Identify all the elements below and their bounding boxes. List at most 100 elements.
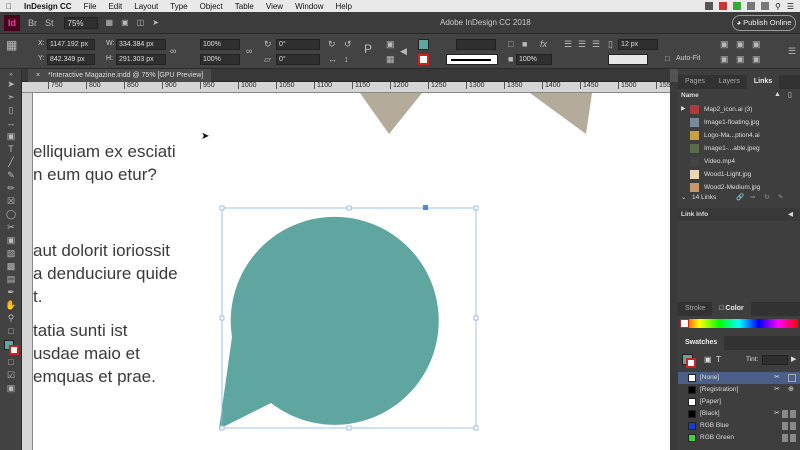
update-link-icon[interactable]: ↻ (764, 191, 769, 204)
menu-view[interactable]: View (260, 2, 289, 11)
list-item[interactable]: Image1-...able.jpeg (678, 142, 800, 155)
selection-handle[interactable] (219, 205, 225, 211)
rotate-field[interactable]: 0° (276, 39, 320, 50)
text-block[interactable]: aut dolorit ioriossit a denduciure quide… (33, 239, 178, 308)
stroke-swatch-indicator[interactable] (686, 358, 696, 368)
text-block[interactable]: tatia sunti ist usdae maio et emquas et … (33, 319, 156, 388)
arrange-icon[interactable]: ◫ (137, 18, 145, 27)
flip-horizontal-icon[interactable]: ↔ (328, 54, 337, 64)
selection-tool-icon[interactable]: ➤ (0, 78, 22, 91)
tab-swatches[interactable]: Swatches (678, 336, 725, 350)
menu-table[interactable]: Table (229, 2, 260, 11)
tab-pages[interactable]: Pages (678, 75, 712, 89)
fx-icon[interactable]: fx (540, 39, 547, 49)
select-content-icon[interactable]: ▦ (386, 54, 395, 64)
reference-point-icon[interactable]: ▦ (6, 39, 17, 51)
center-content-icon[interactable]: ▣ (752, 39, 761, 49)
selection-handle[interactable] (473, 205, 479, 211)
scissors-tool-icon[interactable]: ✂ (0, 221, 22, 234)
screen-mode-tool-icon[interactable]: ▣ (0, 382, 22, 395)
gap-tool-icon[interactable]: ↔ (0, 117, 22, 130)
none-color-icon[interactable] (680, 319, 689, 328)
fitting-frame-field[interactable] (608, 54, 648, 65)
fill-stroke-icon[interactable] (0, 338, 22, 356)
apply-none-icon[interactable]: ☑ (0, 369, 22, 382)
fit-content-icon[interactable]: ▣ (720, 39, 729, 49)
document-canvas[interactable]: elliquiam ex esciati n eum quo etur? aut… (33, 93, 670, 450)
zoom-tool-icon[interactable]: ⚲ (0, 312, 22, 325)
align-right-icon[interactable]: ☰ (592, 39, 600, 49)
tab-stroke[interactable]: Stroke (678, 302, 712, 316)
content-collector-icon[interactable]: ▣ (0, 130, 22, 143)
pencil-tool-icon[interactable]: ✏ (0, 182, 22, 195)
search-icon[interactable]: ⚲ (775, 2, 781, 11)
selection-handle[interactable] (346, 205, 352, 211)
select-container-icon[interactable]: ▣ (386, 39, 395, 49)
name-column-header[interactable]: Name (681, 92, 699, 99)
fit-frame-icon[interactable]: ▣ (736, 39, 745, 49)
relink-icon[interactable]: 🔗 (736, 191, 744, 204)
menu-window[interactable]: Window (289, 2, 329, 11)
y-field[interactable]: 842.349 px (47, 54, 95, 65)
fit-proportionally-icon[interactable]: ▣ (736, 54, 745, 64)
formatting-icon[interactable]: □ (0, 356, 22, 369)
align-center-icon[interactable]: ☰ (578, 39, 586, 49)
scale-lock-icon[interactable]: ∞ (246, 46, 252, 56)
collapse-arrow-icon[interactable]: ◀ (788, 208, 793, 221)
shear-field[interactable]: 0° (276, 54, 320, 65)
rotate-cw-icon[interactable]: ↻ (328, 39, 336, 49)
panel-menu-icon[interactable]: ☰ (788, 46, 796, 56)
status-icon[interactable] (732, 1, 741, 10)
fill-swatch[interactable] (418, 39, 429, 50)
color-ramp[interactable] (680, 319, 798, 328)
vertical-scrollbar[interactable] (670, 82, 678, 450)
edit-original-icon[interactable]: ✎ (778, 191, 783, 204)
gradient-swatch-tool-icon[interactable]: ▧ (0, 247, 22, 260)
screen-mode-icon[interactable]: ▣ (121, 18, 129, 27)
auto-fit-checkbox[interactable]: □ (665, 54, 670, 64)
content-grabber[interactable] (423, 205, 428, 210)
fill-proportionally-icon[interactable]: ▣ (720, 54, 729, 64)
menu-layout[interactable]: Layout (128, 2, 164, 11)
page-tool-icon[interactable]: ▯ (0, 104, 22, 117)
page-column-icon[interactable]: ▯ (788, 91, 792, 99)
list-item[interactable]: Image1-floating.jpg (678, 116, 800, 129)
list-item[interactable]: [Paper] (678, 396, 800, 408)
expand-icon[interactable]: ▶ (681, 103, 686, 116)
selection-handle[interactable] (346, 425, 352, 431)
menu-object[interactable]: Object (194, 2, 229, 11)
status-icon[interactable] (760, 1, 769, 10)
x-field[interactable]: 1147.192 px (47, 39, 95, 50)
effects-icon[interactable]: □ (508, 39, 513, 49)
text-icon[interactable]: T (716, 355, 721, 364)
tab-layers[interactable]: Layers (712, 75, 747, 89)
tab-color[interactable]: □ Color (712, 302, 751, 316)
ellipse-tool-icon[interactable]: ◯ (0, 208, 22, 221)
status-icon[interactable] (718, 1, 727, 10)
send-icon[interactable]: ➤ (152, 18, 159, 27)
menu-file[interactable]: File (78, 2, 103, 11)
vertical-ruler[interactable] (22, 93, 33, 450)
selection-handle[interactable] (473, 315, 479, 321)
rectangle-frame-tool-icon[interactable]: ☒ (0, 195, 22, 208)
note-tool-icon[interactable]: ▤ (0, 273, 22, 286)
bridge-icon[interactable]: Br (28, 18, 37, 28)
list-item[interactable]: RGB Blue (678, 420, 800, 432)
list-item[interactable]: ▶ Map2_icon.ai (3) (678, 103, 800, 116)
pen-tool-icon[interactable]: ✎ (0, 169, 22, 182)
tint-arrow-icon[interactable]: ▶ (791, 355, 796, 363)
gutter-field[interactable]: 12 px (618, 39, 658, 50)
publish-online-button[interactable]: ◕ Publish Online (732, 15, 796, 31)
text-block[interactable]: elliquiam ex esciati n eum quo etur? (33, 140, 176, 186)
list-item[interactable]: RGB Green (678, 432, 800, 444)
gradient-feather-tool-icon[interactable]: ▩ (0, 260, 22, 273)
chevron-down-icon[interactable]: ⌄ (681, 191, 686, 204)
list-item[interactable]: Video.mp4 (678, 155, 800, 168)
default-colors-icon[interactable]: □ (0, 325, 22, 338)
text-wrap-icon[interactable]: P (364, 43, 372, 55)
width-field[interactable]: 334.384 px (116, 39, 166, 50)
stroke-swatch[interactable] (418, 54, 429, 65)
align-left-icon[interactable]: ☰ (564, 39, 572, 49)
selection-handle[interactable] (473, 425, 479, 431)
rotate-ccw-icon[interactable]: ↺ (344, 39, 352, 49)
